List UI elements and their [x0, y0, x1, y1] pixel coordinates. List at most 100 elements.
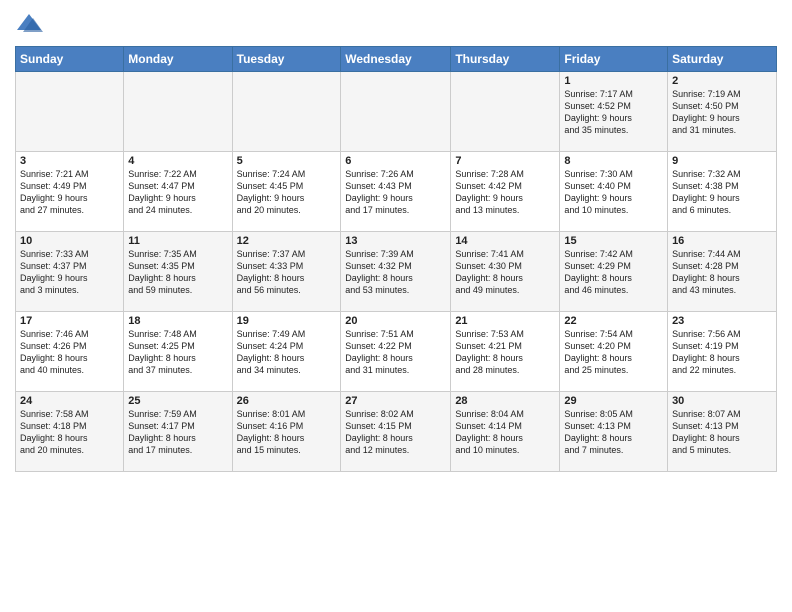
calendar-cell: 11Sunrise: 7:35 AM Sunset: 4:35 PM Dayli…: [124, 232, 232, 312]
calendar-cell: 20Sunrise: 7:51 AM Sunset: 4:22 PM Dayli…: [341, 312, 451, 392]
calendar-cell: 6Sunrise: 7:26 AM Sunset: 4:43 PM Daylig…: [341, 152, 451, 232]
day-number: 15: [564, 235, 663, 247]
logo-icon: [15, 10, 43, 38]
day-info: Sunrise: 7:21 AM Sunset: 4:49 PM Dayligh…: [20, 168, 119, 217]
day-number: 6: [345, 155, 446, 167]
day-info: Sunrise: 7:59 AM Sunset: 4:17 PM Dayligh…: [128, 408, 227, 457]
day-number: 5: [237, 155, 337, 167]
day-number: 23: [672, 315, 772, 327]
calendar-cell: [451, 72, 560, 152]
day-info: Sunrise: 7:19 AM Sunset: 4:50 PM Dayligh…: [672, 88, 772, 137]
calendar-cell: 4Sunrise: 7:22 AM Sunset: 4:47 PM Daylig…: [124, 152, 232, 232]
day-info: Sunrise: 7:28 AM Sunset: 4:42 PM Dayligh…: [455, 168, 555, 217]
day-number: 19: [237, 315, 337, 327]
day-info: Sunrise: 7:22 AM Sunset: 4:47 PM Dayligh…: [128, 168, 227, 217]
calendar-cell: 1Sunrise: 7:17 AM Sunset: 4:52 PM Daylig…: [560, 72, 668, 152]
day-info: Sunrise: 7:39 AM Sunset: 4:32 PM Dayligh…: [345, 248, 446, 297]
day-info: Sunrise: 7:56 AM Sunset: 4:19 PM Dayligh…: [672, 328, 772, 377]
calendar-cell: 22Sunrise: 7:54 AM Sunset: 4:20 PM Dayli…: [560, 312, 668, 392]
header-day: Thursday: [451, 47, 560, 72]
day-number: 30: [672, 395, 772, 407]
header-row: SundayMondayTuesdayWednesdayThursdayFrid…: [16, 47, 777, 72]
calendar-week: 3Sunrise: 7:21 AM Sunset: 4:49 PM Daylig…: [16, 152, 777, 232]
calendar-cell: 27Sunrise: 8:02 AM Sunset: 4:15 PM Dayli…: [341, 392, 451, 472]
day-number: 4: [128, 155, 227, 167]
day-info: Sunrise: 8:07 AM Sunset: 4:13 PM Dayligh…: [672, 408, 772, 457]
calendar-cell: 19Sunrise: 7:49 AM Sunset: 4:24 PM Dayli…: [232, 312, 341, 392]
calendar-cell: 5Sunrise: 7:24 AM Sunset: 4:45 PM Daylig…: [232, 152, 341, 232]
calendar-cell: 28Sunrise: 8:04 AM Sunset: 4:14 PM Dayli…: [451, 392, 560, 472]
calendar-table: SundayMondayTuesdayWednesdayThursdayFrid…: [15, 46, 777, 472]
calendar-cell: 9Sunrise: 7:32 AM Sunset: 4:38 PM Daylig…: [668, 152, 777, 232]
calendar-header: SundayMondayTuesdayWednesdayThursdayFrid…: [16, 47, 777, 72]
day-number: 12: [237, 235, 337, 247]
day-info: Sunrise: 8:04 AM Sunset: 4:14 PM Dayligh…: [455, 408, 555, 457]
day-number: 26: [237, 395, 337, 407]
day-number: 2: [672, 75, 772, 87]
calendar-cell: 29Sunrise: 8:05 AM Sunset: 4:13 PM Dayli…: [560, 392, 668, 472]
day-number: 11: [128, 235, 227, 247]
day-number: 9: [672, 155, 772, 167]
calendar-cell: 23Sunrise: 7:56 AM Sunset: 4:19 PM Dayli…: [668, 312, 777, 392]
day-info: Sunrise: 7:35 AM Sunset: 4:35 PM Dayligh…: [128, 248, 227, 297]
day-number: 8: [564, 155, 663, 167]
day-info: Sunrise: 8:05 AM Sunset: 4:13 PM Dayligh…: [564, 408, 663, 457]
calendar-cell: 8Sunrise: 7:30 AM Sunset: 4:40 PM Daylig…: [560, 152, 668, 232]
page-container: SundayMondayTuesdayWednesdayThursdayFrid…: [0, 0, 792, 612]
calendar-cell: 2Sunrise: 7:19 AM Sunset: 4:50 PM Daylig…: [668, 72, 777, 152]
day-info: Sunrise: 7:53 AM Sunset: 4:21 PM Dayligh…: [455, 328, 555, 377]
calendar-cell: 10Sunrise: 7:33 AM Sunset: 4:37 PM Dayli…: [16, 232, 124, 312]
day-info: Sunrise: 8:02 AM Sunset: 4:15 PM Dayligh…: [345, 408, 446, 457]
day-number: 16: [672, 235, 772, 247]
day-info: Sunrise: 7:48 AM Sunset: 4:25 PM Dayligh…: [128, 328, 227, 377]
day-number: 21: [455, 315, 555, 327]
day-number: 22: [564, 315, 663, 327]
calendar-cell: 16Sunrise: 7:44 AM Sunset: 4:28 PM Dayli…: [668, 232, 777, 312]
day-info: Sunrise: 7:24 AM Sunset: 4:45 PM Dayligh…: [237, 168, 337, 217]
calendar-cell: 7Sunrise: 7:28 AM Sunset: 4:42 PM Daylig…: [451, 152, 560, 232]
day-number: 29: [564, 395, 663, 407]
header-day: Monday: [124, 47, 232, 72]
calendar-cell: [124, 72, 232, 152]
logo: [15, 10, 47, 38]
day-number: 18: [128, 315, 227, 327]
calendar-cell: 18Sunrise: 7:48 AM Sunset: 4:25 PM Dayli…: [124, 312, 232, 392]
header-day: Sunday: [16, 47, 124, 72]
day-number: 25: [128, 395, 227, 407]
header-day: Saturday: [668, 47, 777, 72]
day-number: 10: [20, 235, 119, 247]
day-info: Sunrise: 7:44 AM Sunset: 4:28 PM Dayligh…: [672, 248, 772, 297]
day-number: 14: [455, 235, 555, 247]
calendar-cell: 3Sunrise: 7:21 AM Sunset: 4:49 PM Daylig…: [16, 152, 124, 232]
calendar-cell: 26Sunrise: 8:01 AM Sunset: 4:16 PM Dayli…: [232, 392, 341, 472]
day-number: 1: [564, 75, 663, 87]
calendar-cell: 17Sunrise: 7:46 AM Sunset: 4:26 PM Dayli…: [16, 312, 124, 392]
day-number: 17: [20, 315, 119, 327]
calendar-cell: [341, 72, 451, 152]
calendar-cell: [232, 72, 341, 152]
calendar-cell: 13Sunrise: 7:39 AM Sunset: 4:32 PM Dayli…: [341, 232, 451, 312]
day-info: Sunrise: 8:01 AM Sunset: 4:16 PM Dayligh…: [237, 408, 337, 457]
calendar-cell: 12Sunrise: 7:37 AM Sunset: 4:33 PM Dayli…: [232, 232, 341, 312]
day-number: 7: [455, 155, 555, 167]
calendar-cell: 30Sunrise: 8:07 AM Sunset: 4:13 PM Dayli…: [668, 392, 777, 472]
calendar-week: 1Sunrise: 7:17 AM Sunset: 4:52 PM Daylig…: [16, 72, 777, 152]
day-info: Sunrise: 7:37 AM Sunset: 4:33 PM Dayligh…: [237, 248, 337, 297]
day-number: 13: [345, 235, 446, 247]
day-info: Sunrise: 7:42 AM Sunset: 4:29 PM Dayligh…: [564, 248, 663, 297]
day-info: Sunrise: 7:51 AM Sunset: 4:22 PM Dayligh…: [345, 328, 446, 377]
calendar-cell: 15Sunrise: 7:42 AM Sunset: 4:29 PM Dayli…: [560, 232, 668, 312]
calendar-cell: 25Sunrise: 7:59 AM Sunset: 4:17 PM Dayli…: [124, 392, 232, 472]
header-day: Tuesday: [232, 47, 341, 72]
day-number: 20: [345, 315, 446, 327]
calendar-week: 10Sunrise: 7:33 AM Sunset: 4:37 PM Dayli…: [16, 232, 777, 312]
day-number: 28: [455, 395, 555, 407]
day-number: 27: [345, 395, 446, 407]
header-day: Friday: [560, 47, 668, 72]
calendar-cell: 24Sunrise: 7:58 AM Sunset: 4:18 PM Dayli…: [16, 392, 124, 472]
day-info: Sunrise: 7:46 AM Sunset: 4:26 PM Dayligh…: [20, 328, 119, 377]
calendar-week: 17Sunrise: 7:46 AM Sunset: 4:26 PM Dayli…: [16, 312, 777, 392]
day-info: Sunrise: 7:41 AM Sunset: 4:30 PM Dayligh…: [455, 248, 555, 297]
day-number: 3: [20, 155, 119, 167]
header: [15, 10, 777, 38]
